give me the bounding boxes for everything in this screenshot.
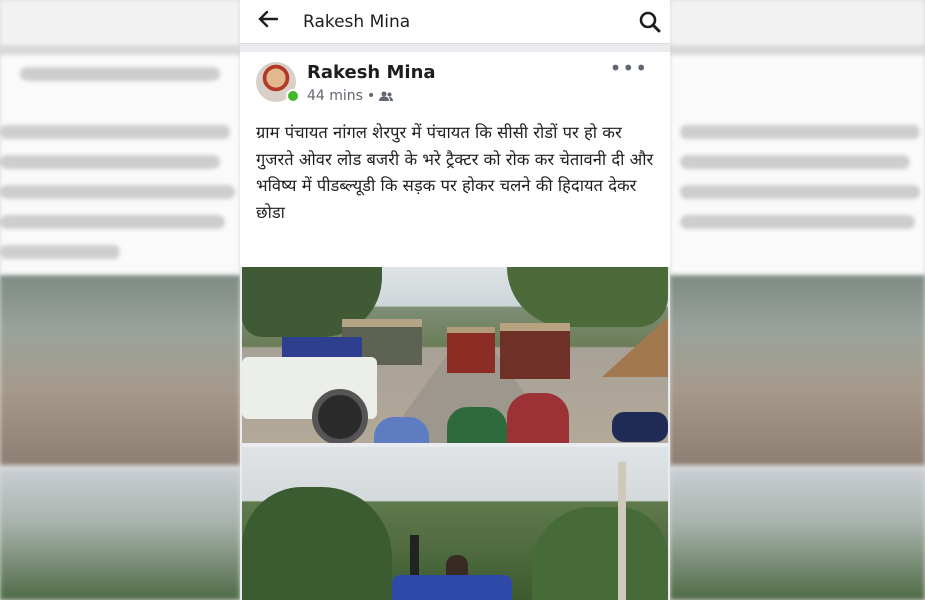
- phone-screen: Rakesh Mina Rakesh Mina 44 mins • ••• ग्…: [240, 0, 670, 600]
- post-timestamp[interactable]: 44 mins: [307, 88, 363, 104]
- person: [374, 417, 429, 443]
- back-button[interactable]: [258, 9, 288, 34]
- arrow-left-icon: [258, 10, 279, 28]
- tree: [507, 267, 668, 327]
- person: [507, 393, 569, 443]
- blurred-background-right: [670, 0, 925, 600]
- motorbike: [612, 412, 668, 442]
- blurred-photo: [0, 275, 240, 465]
- post-card: Rakesh Mina 44 mins • ••• ग्राम पंचायत न…: [240, 52, 670, 267]
- blurred-photo: [670, 275, 925, 465]
- jeep-wheel: [312, 389, 368, 443]
- meta-separator: •: [366, 88, 376, 104]
- more-options-button[interactable]: •••: [610, 56, 648, 80]
- post-photo[interactable]: [242, 267, 668, 443]
- utility-pole: [618, 462, 626, 600]
- post-author-name[interactable]: Rakesh Mina: [307, 62, 436, 83]
- tractor-body: [392, 575, 512, 600]
- tree: [532, 507, 668, 600]
- blurred-photo: [0, 470, 240, 600]
- blurred-text-area: [0, 55, 240, 275]
- red-tractor: [500, 323, 570, 379]
- search-header: Rakesh Mina: [240, 0, 670, 44]
- post-photo[interactable]: [242, 447, 668, 600]
- search-query-title[interactable]: Rakesh Mina: [303, 12, 630, 32]
- blurred-photo: [670, 470, 925, 600]
- post-header: Rakesh Mina 44 mins • •••: [240, 52, 670, 112]
- search-icon: [639, 11, 661, 32]
- more-options-icon: •••: [609, 56, 648, 80]
- blurred-bar: [0, 0, 240, 45]
- blurred-bar: [670, 0, 925, 45]
- post-meta: 44 mins •: [307, 88, 394, 104]
- red-tractor: [447, 327, 495, 373]
- person: [447, 407, 507, 443]
- online-status-dot: [286, 89, 300, 103]
- blue-tractor: [282, 337, 362, 359]
- blurred-background-left: [0, 0, 240, 600]
- tree: [242, 487, 392, 600]
- search-button[interactable]: [630, 11, 670, 33]
- post-text: ग्राम पंचायत नांगल शेरपुर में पंचायत कि …: [256, 123, 654, 222]
- blurred-text-area: [670, 55, 925, 275]
- friends-icon: [379, 91, 394, 101]
